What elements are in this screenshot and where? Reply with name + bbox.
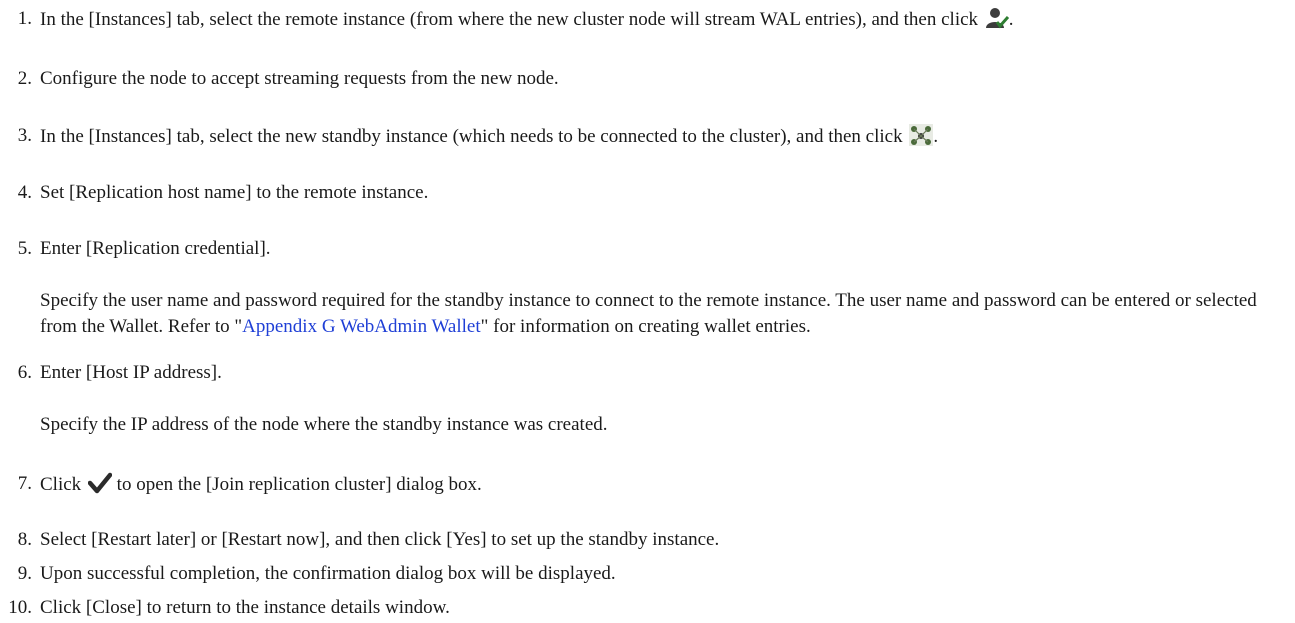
- step-number: 8.: [17, 529, 32, 550]
- step-text: Click [Close] to return to the instance …: [40, 597, 450, 618]
- step-2: 2. Configure the node to accept streamin…: [0, 67, 1295, 91]
- step-text: Click: [40, 474, 82, 495]
- step-text: Configure the node to accept streaming r…: [40, 68, 559, 89]
- step-number: 6.: [17, 362, 32, 383]
- description-text: Specify the IP address of the node where…: [40, 414, 608, 435]
- user-check-icon: [985, 7, 1009, 29]
- step-text: Upon successful completion, the confirma…: [40, 563, 616, 584]
- step-8: 8. Select [Restart later] or [Restart no…: [0, 528, 1295, 552]
- step-text-end: .: [1008, 9, 1014, 30]
- checkmark-icon: [87, 472, 112, 494]
- step-text: In the [Instances] tab, select the remot…: [40, 9, 979, 30]
- cluster-join-icon: [909, 124, 934, 146]
- step-text-end: to open the [Join replication cluster] d…: [116, 474, 482, 495]
- step-6-description: Specify the IP address of the node where…: [0, 412, 1290, 438]
- step-number: 3.: [17, 125, 32, 146]
- step-number: 2.: [17, 68, 32, 89]
- step-text: Enter [Host IP address].: [40, 362, 222, 383]
- step-number: 10.: [8, 597, 32, 618]
- step-1: 1. In the [Instances] tab, select the re…: [0, 7, 1295, 32]
- step-number: 7.: [17, 473, 32, 494]
- step-5-description: Specify the user name and password requi…: [0, 288, 1290, 340]
- step-4: 4. Set [Replication host name] to the re…: [0, 181, 1295, 205]
- step-text: In the [Instances] tab, select the new s…: [40, 126, 903, 147]
- step-5: 5. Enter [Replication credential].: [0, 237, 1295, 261]
- step-text: Select [Restart later] or [Restart now],…: [40, 529, 720, 550]
- step-text: Enter [Replication credential].: [40, 238, 271, 259]
- step-text: Set [Replication host name] to the remot…: [40, 182, 429, 203]
- step-10: 10. Click [Close] to return to the insta…: [0, 596, 1295, 620]
- step-7: 7. Click to open the [Join replication c…: [0, 472, 1295, 497]
- step-number: 9.: [17, 563, 32, 584]
- step-text-end: .: [933, 126, 939, 147]
- step-number: 1.: [17, 8, 32, 29]
- description-text-end: " for information on creating wallet ent…: [480, 316, 811, 337]
- appendix-g-link[interactable]: Appendix G WebAdmin Wallet: [242, 316, 480, 337]
- step-9: 9. Upon successful completion, the confi…: [0, 562, 1295, 586]
- step-3: 3. In the [Instances] tab, select the ne…: [0, 124, 1295, 149]
- step-number: 5.: [17, 238, 32, 259]
- step-number: 4.: [17, 182, 32, 203]
- step-6: 6. Enter [Host IP address].: [0, 361, 1295, 385]
